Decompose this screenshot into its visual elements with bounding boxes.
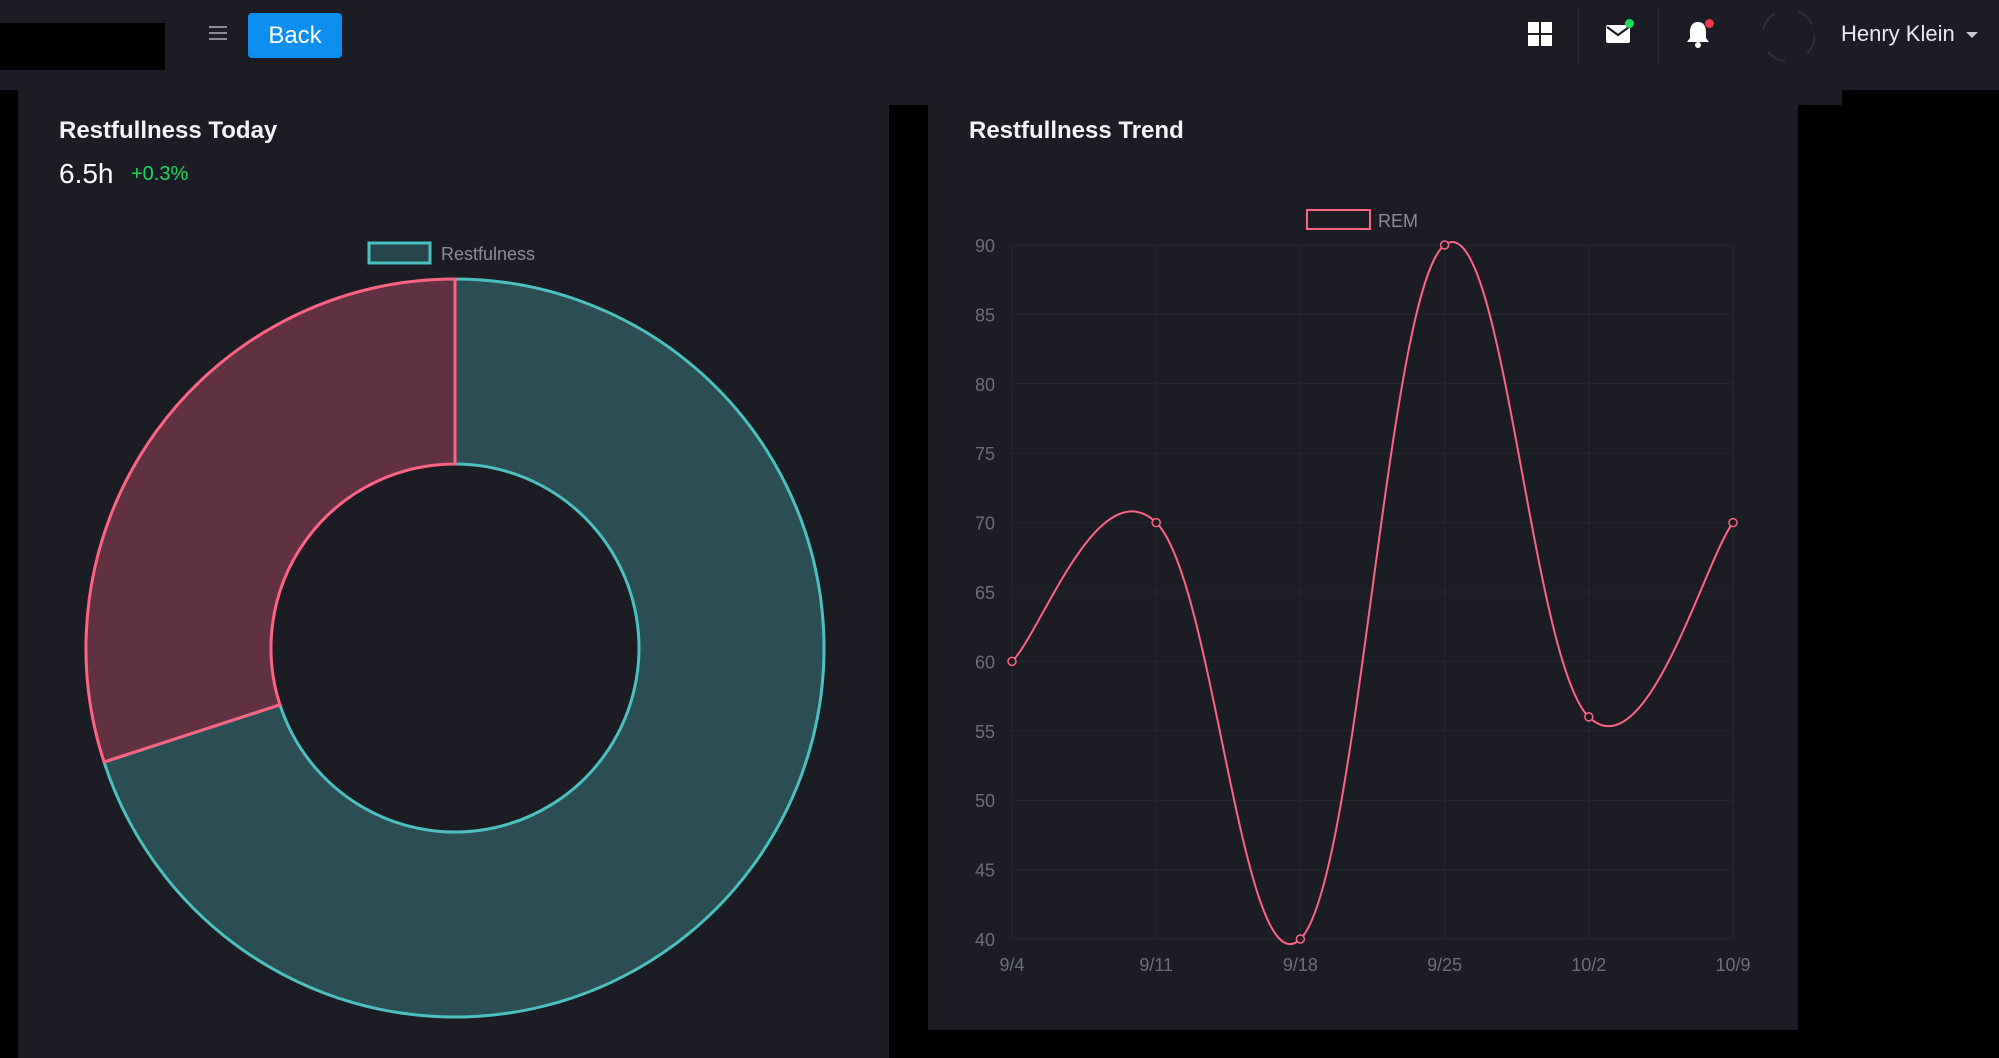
y-tick-label: 40 bbox=[975, 930, 995, 950]
y-tick-label: 70 bbox=[975, 514, 995, 534]
doughnut-chart: Restfulness bbox=[84, 241, 826, 1019]
grid-icon[interactable] bbox=[1525, 19, 1555, 49]
data-point[interactable] bbox=[1007, 656, 1017, 667]
divider bbox=[1578, 10, 1579, 65]
x-tick-label: 9/25 bbox=[1427, 955, 1462, 975]
data-point[interactable] bbox=[1728, 517, 1738, 528]
x-tick-label: 10/9 bbox=[1715, 955, 1750, 975]
logo-area bbox=[0, 23, 165, 70]
x-tick-label: 10/2 bbox=[1571, 955, 1606, 975]
line-chart: 40 45 50 55 60 65 70 75 80 85 90 9/4 9/11 9/18 9/25 10/… bbox=[975, 209, 1751, 975]
doughnut-slice[interactable] bbox=[84, 277, 457, 764]
y-tick-label: 90 bbox=[975, 236, 995, 256]
legend: Restfulness bbox=[367, 241, 535, 265]
data-point[interactable] bbox=[1151, 517, 1161, 528]
y-tick-label: 45 bbox=[975, 861, 995, 881]
legend-swatch bbox=[367, 241, 432, 265]
x-tick-label: 9/4 bbox=[999, 955, 1024, 975]
y-tick-label: 85 bbox=[975, 305, 995, 325]
bell-status-dot bbox=[1705, 19, 1714, 28]
mail-status-dot bbox=[1625, 19, 1634, 28]
y-tick-label: 75 bbox=[975, 444, 995, 464]
restfulness-trend-card: Restfullness Trend 40 45 50 55 60 65 70 75 80 85 9… bbox=[928, 90, 1798, 1030]
y-tick-label: 55 bbox=[975, 722, 995, 742]
x-tick-label: 9/18 bbox=[1283, 955, 1318, 975]
chevron-down-icon[interactable] bbox=[1966, 32, 1978, 38]
legend-swatch bbox=[1306, 209, 1371, 230]
data-point[interactable] bbox=[1295, 934, 1306, 944]
menu-icon[interactable] bbox=[207, 22, 229, 44]
series-line-rem bbox=[1011, 241, 1734, 945]
y-tick-label: 60 bbox=[975, 652, 995, 672]
user-name[interactable]: Henry Klein bbox=[1841, 21, 1955, 47]
x-tick-label: 9/11 bbox=[1139, 955, 1173, 975]
legend: REM bbox=[1306, 209, 1418, 231]
y-tick-label: 65 bbox=[975, 583, 995, 603]
back-button[interactable]: Back bbox=[248, 13, 342, 58]
y-tick-label: 80 bbox=[975, 375, 995, 395]
legend-label: Restfulness bbox=[441, 244, 535, 264]
divider bbox=[1658, 10, 1659, 65]
bell-icon[interactable] bbox=[1683, 19, 1714, 49]
mail-icon[interactable] bbox=[1603, 19, 1634, 49]
legend-label: REM bbox=[1378, 211, 1418, 231]
avatar[interactable] bbox=[1761, 8, 1816, 63]
y-tick-label: 50 bbox=[975, 791, 995, 811]
restfulness-today-card: Restfullness Today 6.5h +0.3% Restfulnes… bbox=[18, 72, 889, 1058]
data-point[interactable] bbox=[1439, 240, 1450, 250]
data-point[interactable] bbox=[1584, 712, 1594, 722]
